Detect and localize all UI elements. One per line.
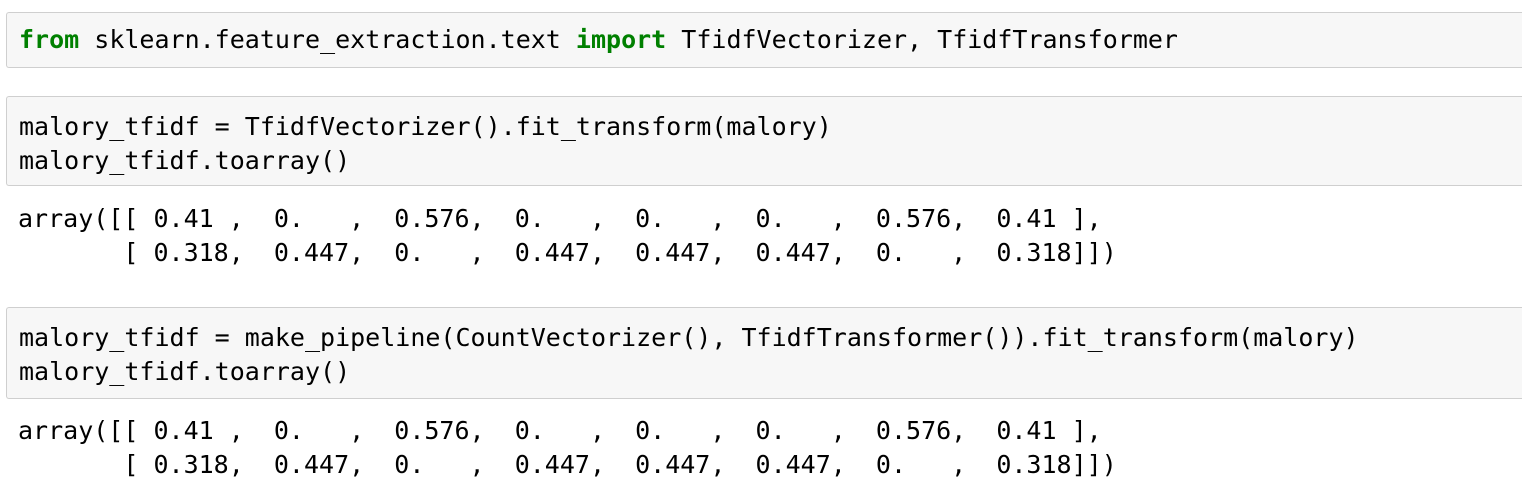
code-line: malory_tfidf.toarray() bbox=[19, 357, 351, 386]
output-line: [ 0.318, 0.447, 0. , 0.447, 0.447, 0.447… bbox=[18, 238, 1117, 267]
code-line: malory_tfidf = make_pipeline(CountVector… bbox=[19, 323, 1359, 352]
output-line: array([[ 0.41 , 0. , 0.576, 0. , 0. , 0.… bbox=[18, 416, 1102, 445]
code-editor[interactable]: malory_tfidf = make_pipeline(CountVector… bbox=[19, 321, 1359, 389]
output-line: [ 0.318, 0.447, 0. , 0.447, 0.447, 0.447… bbox=[18, 450, 1117, 479]
code-editor[interactable]: malory_tfidf = TfidfVectorizer().fit_tra… bbox=[19, 110, 832, 178]
code-cell-pipeline[interactable]: malory_tfidf = make_pipeline(CountVector… bbox=[6, 307, 1522, 399]
code-cell-import[interactable]: from sklearn.feature_extraction.text imp… bbox=[6, 12, 1522, 68]
code-cell-tfidf-vectorizer[interactable]: malory_tfidf = TfidfVectorizer().fit_tra… bbox=[6, 96, 1522, 186]
module-name: sklearn.feature_extraction.text bbox=[79, 25, 576, 54]
output-line: array([[ 0.41 , 0. , 0.576, 0. , 0. , 0.… bbox=[18, 204, 1102, 233]
code-editor[interactable]: from sklearn.feature_extraction.text imp… bbox=[19, 23, 1178, 57]
code-line: malory_tfidf = TfidfVectorizer().fit_tra… bbox=[19, 112, 832, 141]
code-line: malory_tfidf.toarray() bbox=[19, 146, 351, 175]
keyword-import: import bbox=[575, 25, 667, 54]
code-line: from sklearn.feature_extraction.text imp… bbox=[19, 23, 1178, 57]
cell-output-array: array([[ 0.41 , 0. , 0.576, 0. , 0. , 0.… bbox=[18, 202, 1117, 270]
keyword-from: from bbox=[19, 25, 80, 54]
cell-output-array: array([[ 0.41 , 0. , 0.576, 0. , 0. , 0.… bbox=[18, 414, 1117, 482]
imported-names: TfidfVectorizer, TfidfTransformer bbox=[666, 25, 1178, 54]
